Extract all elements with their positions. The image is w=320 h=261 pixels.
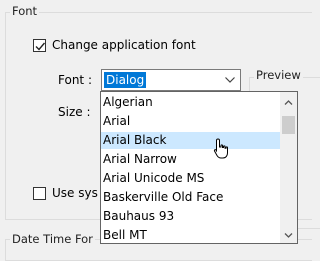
font-combobox[interactable]: Dialog: [101, 69, 241, 91]
list-item-highlighted[interactable]: Arial Black: [101, 132, 280, 149]
scroll-up-icon[interactable]: [284, 99, 293, 106]
hand-pointer-icon: [213, 138, 228, 159]
list-item[interactable]: Algerian: [101, 94, 282, 111]
list-item[interactable]: Arial Unicode MS: [101, 170, 282, 187]
font-group-title: Font: [10, 4, 40, 18]
scroll-down-icon[interactable]: [284, 232, 293, 239]
use-system-label[interactable]: Use sys: [52, 186, 98, 200]
list-item[interactable]: Bell MT: [101, 227, 282, 243]
scrollbar-thumb[interactable]: [282, 116, 295, 134]
list-item[interactable]: Arial: [101, 113, 282, 130]
font-label: Font :: [58, 73, 92, 87]
checkmark-icon: [35, 42, 46, 51]
use-system-checkbox[interactable]: [33, 187, 46, 200]
date-time-group-title: Date Time For: [10, 232, 95, 246]
size-label: Size :: [58, 105, 91, 119]
chevron-down-icon[interactable]: [224, 75, 236, 85]
font-dropdown-list[interactable]: Algerian Arial Arial Black Arial Narrow …: [100, 91, 298, 244]
list-scrollbar[interactable]: [280, 92, 297, 243]
font-combobox-value: Dialog: [104, 72, 147, 88]
change-font-label[interactable]: Change application font: [52, 38, 196, 52]
preview-group-title: Preview: [254, 68, 303, 82]
list-item[interactable]: Baskerville Old Face: [101, 189, 282, 206]
list-item[interactable]: Arial Narrow: [101, 151, 282, 168]
list-item[interactable]: Bauhaus 93: [101, 208, 282, 225]
change-font-checkbox[interactable]: [33, 39, 46, 52]
